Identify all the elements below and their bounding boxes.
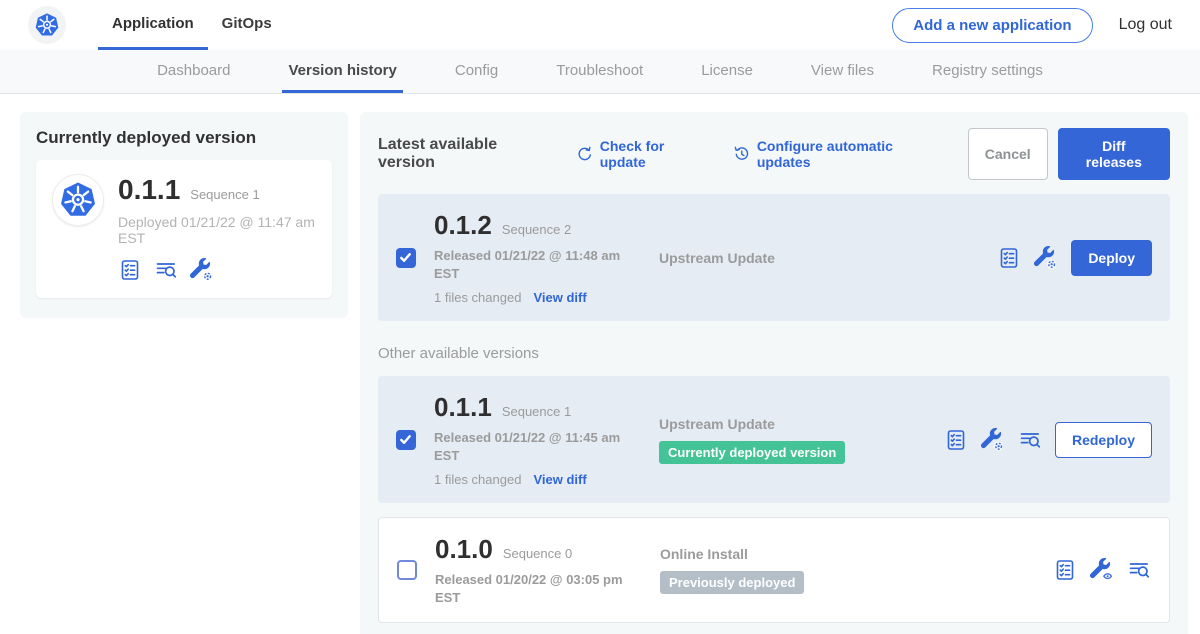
version-sequence: Sequence 0 [503,546,572,561]
topnav-tab-application[interactable]: Application [98,0,208,50]
files-changed-label: 1 files changed [434,290,521,305]
view-config-icon[interactable] [1090,558,1114,582]
preflight-checks-icon[interactable] [997,246,1021,270]
view-diff-link[interactable]: View diff [533,472,586,487]
released-timestamp: Released 01/21/22 @ 11:48 am EST [434,247,629,282]
currently-deployed-badge: Currently deployed version [659,441,845,464]
diff-releases-button[interactable]: Diff releases [1058,128,1170,180]
version-source-label: Upstream Update [659,416,944,432]
version-row-0-1-0: 0.1.0 Sequence 0 Released 01/20/22 @ 03:… [378,517,1170,623]
app-logo [28,0,66,50]
configure-automatic-updates-link[interactable]: Configure automatic updates [733,138,945,170]
app-subnav: Dashboard Version history Config Trouble… [0,50,1200,94]
configure-updates-label: Configure automatic updates [757,138,946,170]
preflight-checks-icon[interactable] [118,258,142,282]
other-versions-title: Other available versions [378,345,1170,362]
files-changed-label: 1 files changed [434,472,521,487]
version-number: 0.1.0 [435,534,493,565]
deployed-version-number: 0.1.1 [118,174,180,206]
subnav-tab-troubleshoot[interactable]: Troubleshoot [550,50,649,93]
logs-icon[interactable] [154,258,178,282]
kubernetes-logo-icon [28,6,66,44]
deployed-version-sequence: Sequence 1 [190,187,259,202]
previously-deployed-badge: Previously deployed [660,571,804,594]
version-checkbox[interactable] [396,430,416,450]
currently-deployed-panel: Currently deployed version 0.1.1 Sequenc… [20,112,348,318]
version-checkbox[interactable] [396,248,416,268]
version-row-0-1-2: 0.1.2 Sequence 2 Released 01/21/22 @ 11:… [378,194,1170,321]
view-diff-link[interactable]: View diff [533,290,586,305]
deployed-version-card: 0.1.1 Sequence 1 Deployed 01/21/22 @ 11:… [36,160,332,298]
kubernetes-logo-icon [52,174,104,226]
subnav-tab-dashboard[interactable]: Dashboard [151,50,236,93]
add-application-button[interactable]: Add a new application [892,8,1092,43]
subnav-tab-registry-settings[interactable]: Registry settings [926,50,1049,93]
subnav-tab-view-files[interactable]: View files [805,50,880,93]
preflight-checks-icon[interactable] [944,428,968,452]
check-for-update-label: Check for update [600,138,712,170]
version-sequence: Sequence 1 [502,404,571,419]
cancel-button[interactable]: Cancel [968,128,1048,180]
refresh-icon [576,145,594,163]
edit-config-icon[interactable] [1034,246,1058,270]
top-nav: Application GitOps Add a new application… [0,0,1200,50]
logs-icon[interactable] [1018,428,1042,452]
deployed-panel-title: Currently deployed version [36,128,332,148]
version-number: 0.1.2 [434,210,492,241]
clock-update-icon [733,145,751,163]
latest-available-title: Latest available version [378,136,554,172]
version-row-0-1-1: 0.1.1 Sequence 1 Released 01/21/22 @ 11:… [378,376,1170,503]
released-timestamp: Released 01/20/22 @ 03:05 pm EST [435,571,630,606]
topnav-tab-gitops[interactable]: GitOps [208,0,286,50]
check-for-update-link[interactable]: Check for update [576,138,711,170]
version-number: 0.1.1 [434,392,492,423]
available-versions-panel: Latest available version Check for updat… [360,112,1188,634]
subnav-tab-config[interactable]: Config [449,50,504,93]
redeploy-button[interactable]: Redeploy [1055,422,1152,458]
version-sequence: Sequence 2 [502,222,571,237]
logout-button[interactable]: Log out [1119,16,1172,34]
subnav-tab-version-history[interactable]: Version history [282,50,402,93]
deployed-timestamp: Deployed 01/21/22 @ 11:47 am EST [118,214,316,246]
preflight-checks-icon[interactable] [1053,558,1077,582]
subnav-tab-license[interactable]: License [695,50,759,93]
version-checkbox[interactable] [397,560,417,580]
version-source-label: Upstream Update [659,250,944,266]
logs-icon[interactable] [1127,558,1151,582]
edit-config-icon[interactable] [190,258,214,282]
released-timestamp: Released 01/21/22 @ 11:45 am EST [434,429,629,464]
deploy-button[interactable]: Deploy [1071,240,1152,276]
version-source-label: Online Install [660,546,945,562]
edit-config-icon[interactable] [981,428,1005,452]
